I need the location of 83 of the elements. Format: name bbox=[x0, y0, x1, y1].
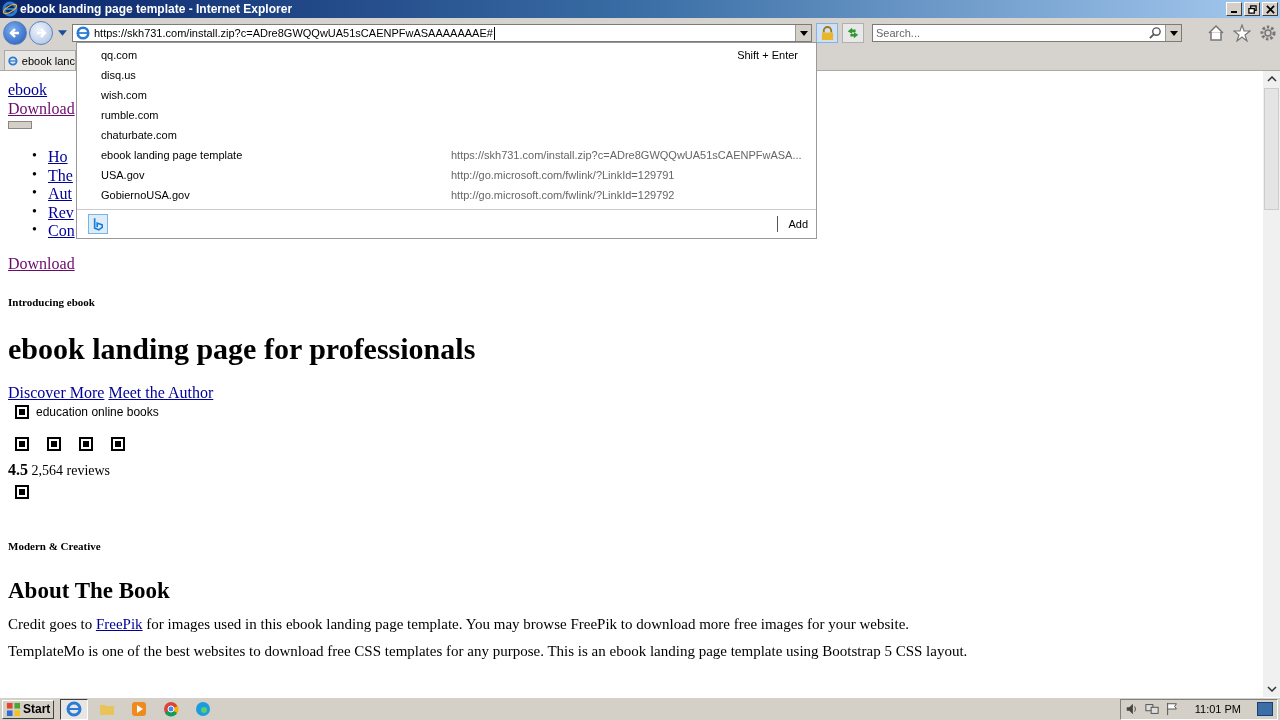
section-heading: About The Book bbox=[8, 576, 171, 605]
download-link[interactable]: Download bbox=[8, 253, 75, 273]
suggestion-item[interactable]: GobiernoUSA.gov http://go.microsoft.com/fwlink/?LinkId=129792 bbox=[77, 185, 816, 205]
tab-label: ebook lanc bbox=[21, 54, 75, 67]
suggestion-item[interactable]: ebook landing page template https://skh731.com/install.zip?c=ADre8GWQQwUA51sCAENPFwASA... bbox=[77, 145, 816, 165]
browser-logo-icon bbox=[2, 1, 18, 17]
section-eyebrow: Introducing ebook bbox=[8, 294, 96, 309]
broken-image-icon bbox=[15, 484, 29, 499]
broken-image-icon bbox=[15, 404, 29, 419]
network-icon[interactable] bbox=[1144, 702, 1159, 716]
search-provider-icon bbox=[93, 217, 103, 231]
paragraph: TemplateMo is one of the best websites to download free CSS templates for any purpose. This is an ebook landing page template using Bootstrap 5 CSS layout. bbox=[8, 641, 969, 660]
nav-link[interactable]: Con bbox=[48, 221, 75, 240]
lock-icon bbox=[820, 25, 834, 41]
dropdown-button[interactable] bbox=[1165, 25, 1181, 41]
flag-icon[interactable] bbox=[1164, 702, 1179, 716]
restore-button[interactable] bbox=[1244, 2, 1260, 16]
broken-image-icon bbox=[79, 436, 93, 451]
window-title: ebook landing page template - Internet Explorer bbox=[20, 2, 294, 16]
close-icon bbox=[1265, 4, 1275, 14]
home-icon[interactable] bbox=[1207, 24, 1225, 42]
page-icon bbox=[8, 53, 18, 68]
paragraph: Credit goes to FreePik for images used in this ebook landing page template. You may browse FreePik to download more free images for your website. bbox=[8, 614, 911, 634]
dropdown-button[interactable] bbox=[795, 25, 811, 41]
menu-toggle-button[interactable] bbox=[8, 121, 32, 129]
add-button[interactable]: Add bbox=[777, 216, 808, 232]
clock: 11:01 PM bbox=[1194, 703, 1241, 715]
rating-value: 4.5 bbox=[8, 460, 28, 478]
suggestion-item[interactable]: disq.us bbox=[77, 65, 816, 85]
list-bullet: • bbox=[32, 147, 38, 165]
restore-icon bbox=[1247, 4, 1257, 14]
search-provider-button[interactable] bbox=[88, 214, 108, 234]
dropdown-arrow-icon bbox=[799, 30, 808, 36]
broken-image-icon bbox=[15, 436, 29, 451]
nav-link[interactable]: Aut bbox=[48, 184, 72, 203]
hero-link[interactable]: Meet the Author bbox=[108, 382, 214, 402]
browser-tab[interactable]: ebook lanc bbox=[4, 50, 76, 70]
refresh-arrows-icon bbox=[846, 26, 860, 40]
section-eyebrow: Modern & Creative bbox=[8, 538, 102, 553]
suggestion-item[interactable]: USA.gov http://go.microsoft.com/fwlink/?LinkId=129791 bbox=[77, 165, 816, 185]
broken-image-icon bbox=[111, 436, 125, 451]
suggestion-item[interactable]: chaturbate.com bbox=[77, 125, 816, 145]
nav-link[interactable]: Ho bbox=[48, 147, 68, 166]
list-bullet: • bbox=[32, 165, 38, 184]
nav-link[interactable]: Rev bbox=[48, 202, 74, 221]
freepik-link[interactable]: FreePik bbox=[95, 615, 143, 632]
nav-link[interactable]: The bbox=[48, 165, 73, 184]
scroll-down-icon[interactable] bbox=[1266, 686, 1277, 692]
hero-link[interactable]: Discover More bbox=[8, 382, 105, 402]
star-icon[interactable] bbox=[1233, 24, 1251, 42]
download-link[interactable]: Download bbox=[8, 99, 75, 118]
dropdown-arrow-icon bbox=[1169, 30, 1178, 36]
search-icon[interactable] bbox=[1149, 26, 1162, 39]
suggestion-item[interactable]: wish.com bbox=[77, 85, 816, 105]
close-button[interactable] bbox=[1262, 2, 1278, 16]
suggestion-item[interactable]: qq.com Shift + Enter bbox=[77, 45, 816, 65]
list-bullet: • bbox=[32, 202, 38, 221]
dropdown-arrow-icon[interactable] bbox=[58, 30, 67, 36]
browser-taskbar-icon[interactable] bbox=[60, 698, 89, 720]
scrollbar[interactable] bbox=[1263, 71, 1280, 697]
start-button[interactable]: Start bbox=[2, 699, 55, 719]
page-icon bbox=[76, 26, 90, 40]
refresh-button[interactable] bbox=[842, 23, 864, 43]
brand-link[interactable]: ebook bbox=[8, 80, 48, 99]
review-count: 2,564 reviews bbox=[31, 462, 111, 478]
suggestion-item[interactable]: rumble.com bbox=[77, 105, 816, 125]
scroll-up-icon[interactable] bbox=[1266, 76, 1277, 82]
minimize-button[interactable] bbox=[1226, 2, 1242, 16]
list-bullet: • bbox=[32, 221, 38, 239]
list-bullet: • bbox=[32, 184, 38, 202]
minimize-icon bbox=[1231, 11, 1237, 13]
broken-image-icon bbox=[47, 436, 61, 451]
four-squares-logo-icon bbox=[6, 701, 21, 717]
scrollbar-thumb[interactable] bbox=[1264, 88, 1279, 210]
image-alt-text: education online books bbox=[36, 404, 159, 419]
search-field[interactable]: Search... bbox=[872, 24, 1182, 42]
back-button[interactable] bbox=[3, 21, 27, 45]
address-field[interactable]: https://skh731.com/install.zip?c=ADre8GWQQwUA51sCAENPFwASAAAAAAAE# bbox=[72, 24, 812, 42]
lock-button[interactable] bbox=[816, 23, 838, 43]
page-heading: ebook landing page for professionals bbox=[8, 330, 477, 367]
settings-icon[interactable] bbox=[1259, 24, 1277, 42]
forward-button[interactable] bbox=[29, 21, 53, 45]
volume-icon[interactable] bbox=[1124, 702, 1139, 716]
